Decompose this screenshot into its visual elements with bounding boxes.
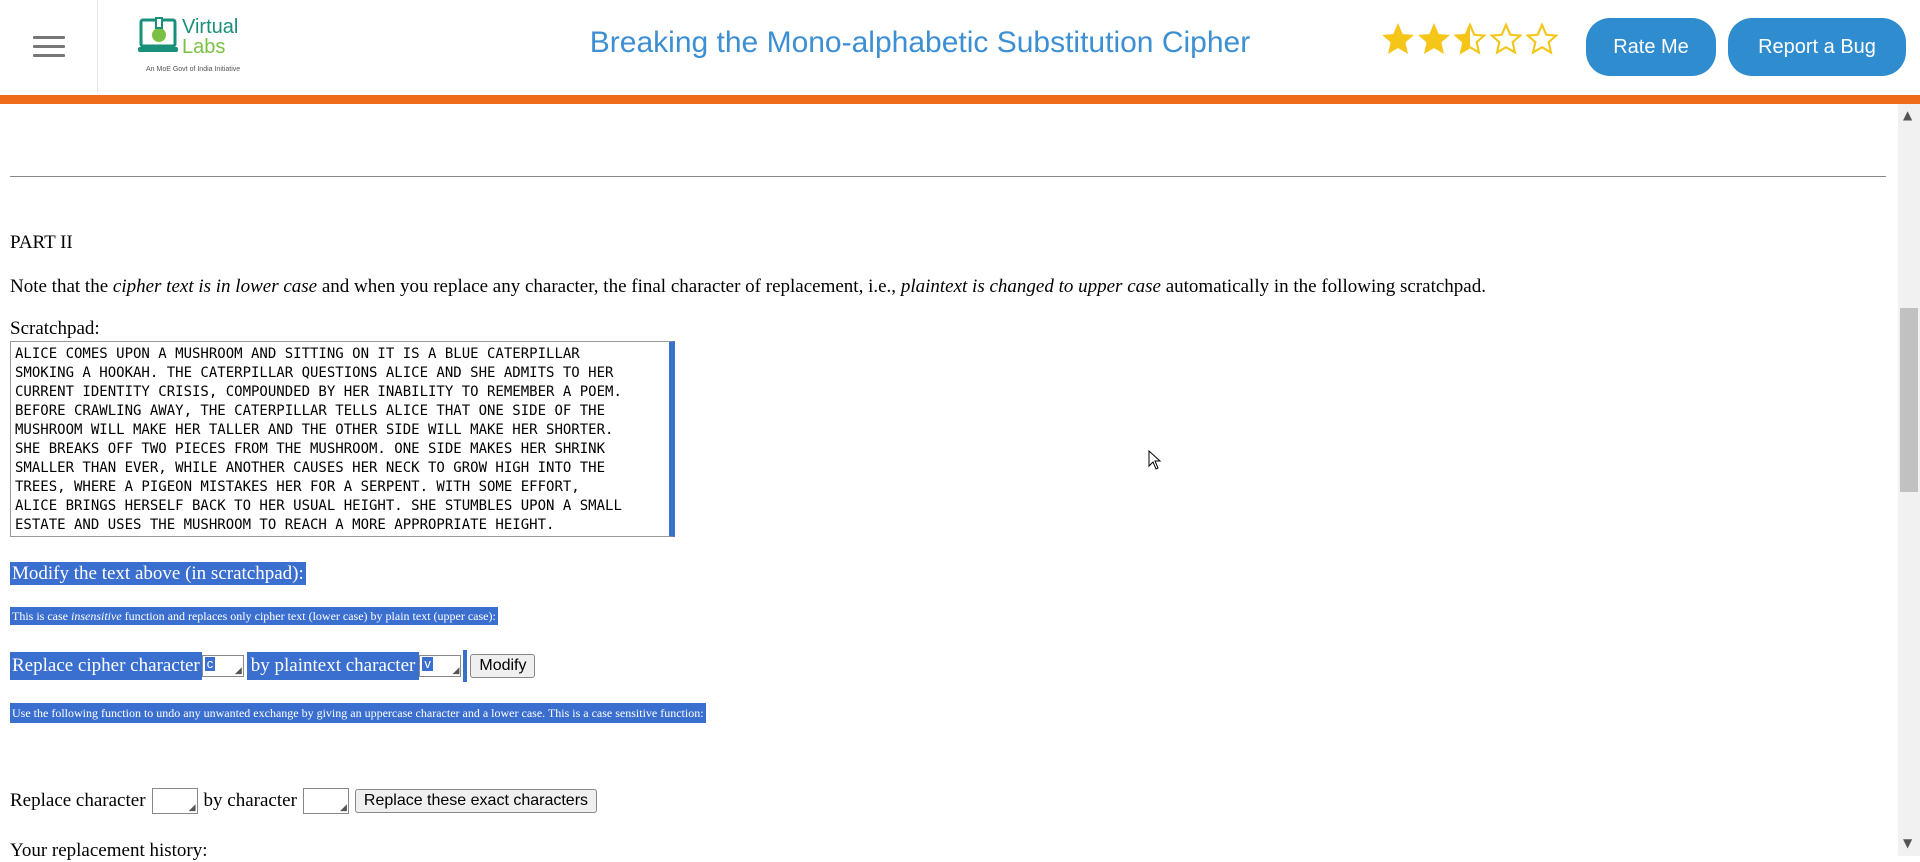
by-char-label: by character <box>203 790 297 811</box>
star-half-icon[interactable] <box>1453 22 1487 56</box>
resize-grip-icon[interactable]: ◢ <box>189 802 196 813</box>
hamburger-menu-button[interactable] <box>0 0 98 93</box>
replace-cipher-label: Replace cipher character <box>10 652 202 680</box>
resize-grip-icon[interactable]: ◢ <box>340 802 347 813</box>
star-filled-icon[interactable] <box>1381 22 1415 56</box>
header-accent-bar <box>0 95 1920 104</box>
by-plaintext-label: by plaintext character <box>246 652 420 680</box>
case-note-emphasis: insensitive <box>71 609 122 623</box>
scroll-up-icon[interactable]: ▲ <box>1903 108 1912 122</box>
replace-to-input[interactable]: ◢ <box>302 788 349 814</box>
modify-heading: Modify the text above (in scratchpad): <box>10 562 306 585</box>
logo-tagline: An MoE Govt of India Initiative <box>146 66 241 73</box>
plaintext-char-value: v <box>422 656 433 671</box>
report-bug-button[interactable]: Report a Bug <box>1728 18 1906 76</box>
top-header: Virtual Labs An MoE Govt of India Initia… <box>0 0 1920 96</box>
plaintext-char-input[interactable]: v ◢ <box>419 655 462 677</box>
scratchpad-label: Scratchpad: <box>10 318 100 339</box>
cipher-char-input[interactable]: c ◢ <box>201 655 244 677</box>
star-empty-icon[interactable] <box>1489 22 1523 56</box>
star-empty-icon[interactable] <box>1525 22 1559 56</box>
note-text: Note that the <box>10 276 113 297</box>
scrollbar-thumb[interactable] <box>1900 308 1918 492</box>
note-text: and when you replace any character, the … <box>317 276 901 297</box>
resize-grip-icon[interactable]: ◢ <box>235 665 242 676</box>
resize-grip-icon[interactable]: ◢ <box>452 665 459 676</box>
history-label: Your replacement history: <box>10 840 208 861</box>
replace-exact-button[interactable]: Replace these exact characters <box>354 789 598 813</box>
note-emphasis-cipher: cipher text is in lower case <box>112 276 318 297</box>
undo-note: Use the following function to undo any u… <box>10 703 706 723</box>
case-insensitive-note: This is case insensitive function and re… <box>10 607 498 625</box>
logo-text-labs: Labs <box>182 36 226 58</box>
rate-me-button[interactable]: Rate Me <box>1586 18 1716 76</box>
cipher-char-value: c <box>204 656 216 671</box>
rating-stars[interactable] <box>1381 22 1559 62</box>
modify-row: Replace cipher character c ◢ by plaintext… <box>10 650 536 682</box>
menu-icon <box>32 30 65 63</box>
mouse-cursor-icon <box>1148 450 1162 470</box>
replace-from-input[interactable]: ◢ <box>151 788 198 814</box>
modify-button[interactable]: Modify <box>470 654 536 678</box>
replace-exact-row: Replace character ◢ by character ◢ Repla… <box>10 788 598 814</box>
note-text: automatically in the following scratchpa… <box>1160 276 1486 297</box>
note-emphasis-plaintext: plaintext is changed to upper case <box>900 276 1161 297</box>
case-note-text: function and replaces only cipher text (… <box>121 609 496 623</box>
part-heading: PART II <box>10 232 73 253</box>
scroll-down-icon[interactable]: ▼ <box>1903 836 1912 850</box>
case-note-text: This is case <box>12 609 71 623</box>
divider <box>10 176 1886 177</box>
instruction-note: Note that the cipher text is in lower ca… <box>10 276 1486 298</box>
selection-highlight <box>463 650 468 682</box>
replace-char-label: Replace character <box>10 790 146 811</box>
virtual-labs-logo[interactable]: Virtual Labs An MoE Govt of India Initia… <box>138 14 250 78</box>
page-title: Breaking the Mono-alphabetic Substitutio… <box>589 26 1251 59</box>
scratchpad-textarea[interactable]: ALICE COMES UPON A MUSHROOM AND SITTING … <box>10 341 675 537</box>
star-filled-icon[interactable] <box>1417 22 1451 56</box>
